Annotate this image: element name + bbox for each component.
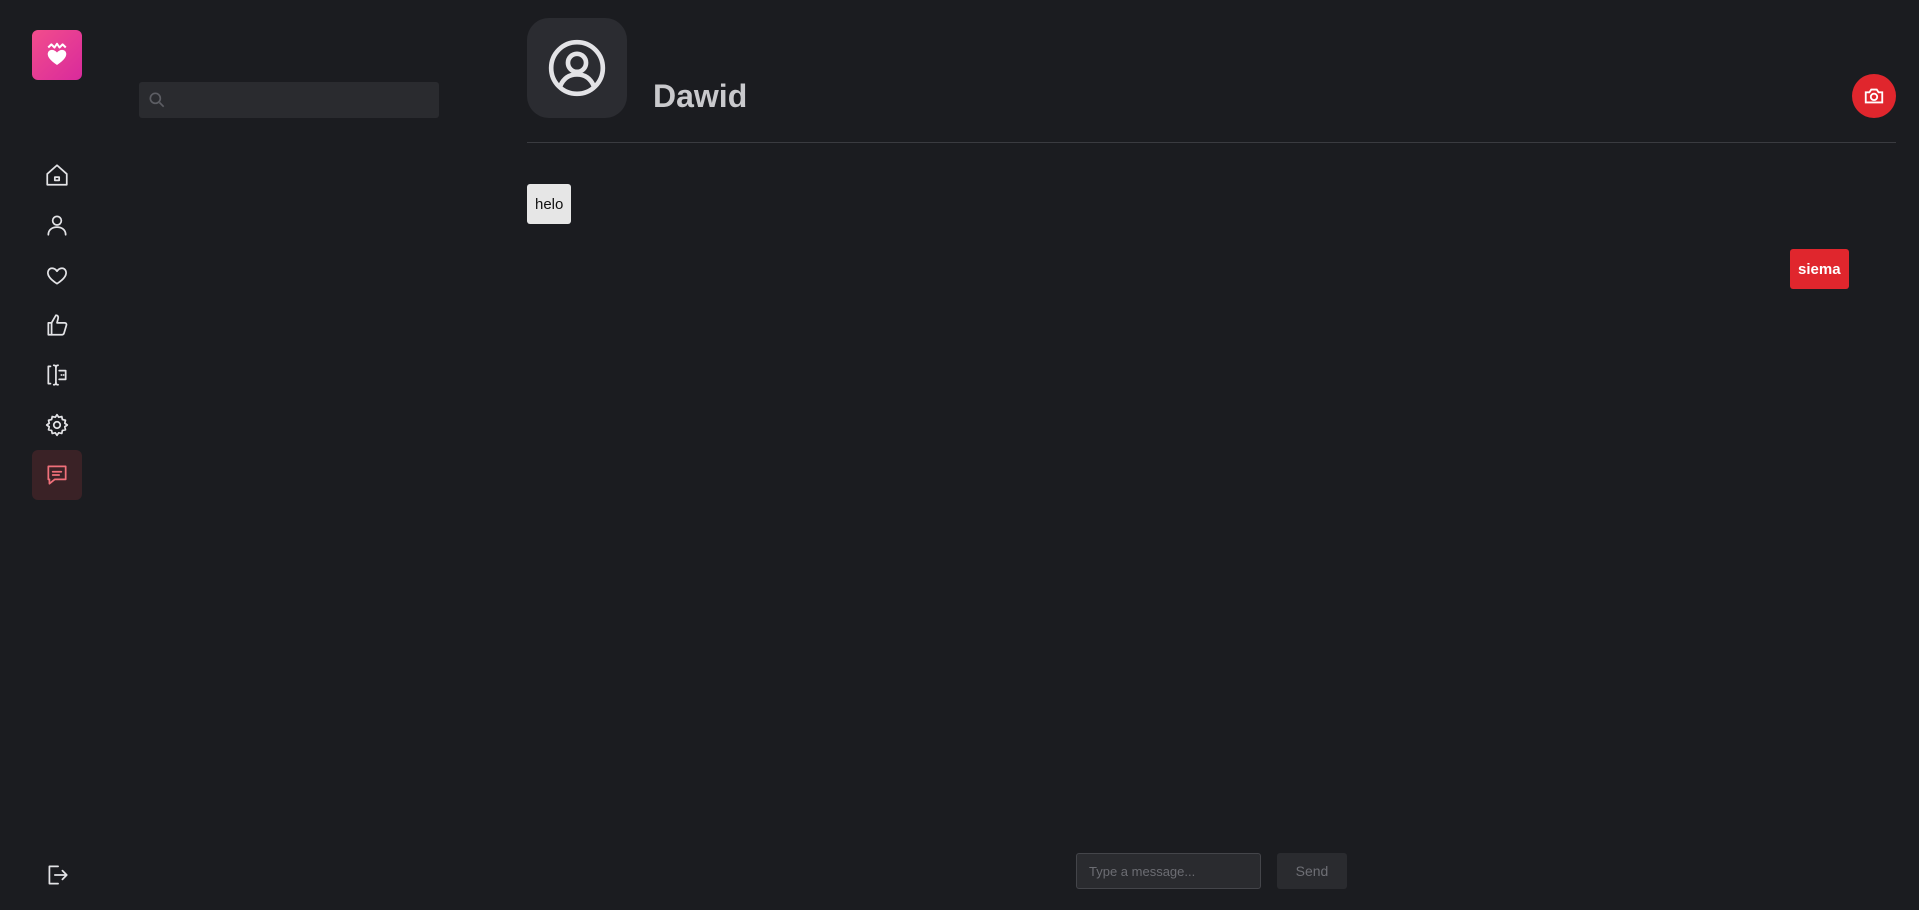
chat-icon [47, 465, 67, 485]
app-logo[interactable] [32, 30, 82, 80]
nav-logout[interactable] [32, 850, 82, 900]
nav-profile[interactable] [32, 200, 82, 250]
heart-icon [47, 267, 67, 285]
home-icon [46, 164, 68, 186]
thumbs-up-icon [47, 314, 68, 336]
send-button[interactable]: Send [1277, 853, 1347, 889]
text-cursor-icon [47, 364, 67, 386]
gear-icon [45, 413, 69, 437]
search-icon [149, 92, 165, 108]
nav-messages[interactable] [32, 450, 82, 500]
message-outgoing: siema [1790, 249, 1849, 289]
nav-text[interactable] [32, 350, 82, 400]
chat-partner-name: Dawid [653, 78, 748, 114]
heart-crown-icon [47, 42, 67, 65]
nav-matches[interactable] [32, 300, 82, 350]
nav-likes[interactable] [32, 250, 82, 300]
user-circle-icon [548, 39, 606, 97]
nav-settings[interactable] [32, 400, 82, 450]
nav-rail [0, 0, 112, 910]
user-icon [47, 215, 67, 236]
message-input[interactable] [1076, 853, 1261, 889]
logout-icon [48, 865, 68, 885]
header-divider [527, 142, 1896, 143]
message-incoming: helo [527, 184, 572, 224]
search-input[interactable] [167, 82, 439, 118]
camera-icon [1864, 88, 1884, 104]
camera-button[interactable] [1852, 74, 1896, 118]
conversation-search [139, 82, 439, 118]
nav-home[interactable] [32, 150, 82, 200]
avatar[interactable] [527, 18, 627, 118]
